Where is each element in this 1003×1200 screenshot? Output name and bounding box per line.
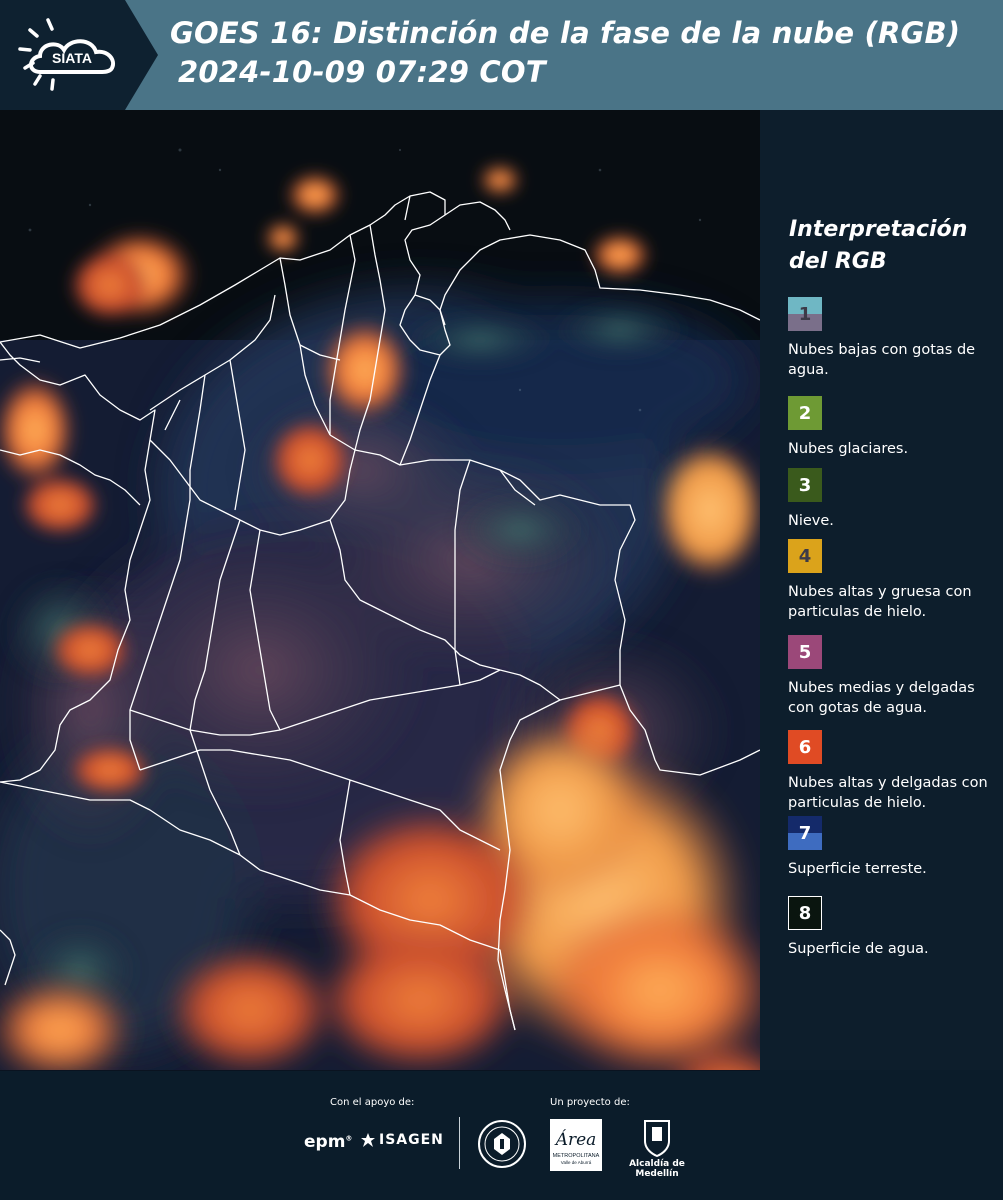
legend-item-7: 7 Superficie terreste. [788,816,1003,879]
legend-number: 7 [798,822,812,844]
alcaldia-label: Alcaldía de Medellín [629,1159,685,1179]
legend-number: 6 [798,736,812,758]
image-timestamp: 2024-10-09 07:29 COT [178,55,546,89]
footer-divider [459,1117,460,1169]
satellite-map[interactable] [0,110,760,1071]
epm-logo: epm® [304,1132,353,1152]
medellin-seal-icon [478,1120,526,1168]
amva-logo-sub: METROPOLITANA [553,1153,600,1159]
isagen-logo: ISAGEN [360,1132,444,1148]
legend-swatch: 4 [788,539,822,573]
legend-label: Superficie terreste. [788,861,927,877]
page-title: GOES 16: Distinción de la fase de la nub… [170,16,961,50]
header: SIATA GOES 16: Distinción de la fase de … [0,0,1003,110]
legend-swatch: 1 [788,297,822,331]
legend-item-6: 6 Nubes altas y delgadas con particulas d… [788,730,1003,813]
legend-label: Nubes altas y gruesa con particulas de h… [788,584,972,620]
area-metropolitana-logo: Área METROPOLITANA Valle de Aburrá [550,1119,602,1171]
legend-item-5: 5 Nubes medias y delgadas con gotas de ag… [788,635,1003,718]
legend-swatch: 2 [788,396,822,430]
legend-number: 5 [798,641,812,663]
legend-item-1: 1 Nubes bajas con gotas de agua. [788,297,1003,380]
legend-swatch: 6 [788,730,822,764]
legend-label: Nieve. [788,513,834,529]
legend-number: 3 [798,474,812,496]
legend-number: 8 [798,902,812,924]
legend-label: Nubes altas y delgadas con particulas de… [788,775,988,811]
legend-panel: Interpretación del RGB 1 Nubes bajas con … [760,110,1003,1070]
legend-number: 4 [798,545,812,567]
isagen-icon [361,1133,375,1147]
epm-logo-text: epm [304,1132,346,1152]
project-label: Un proyecto de: [550,1097,630,1108]
legend-swatch: 3 [788,468,822,502]
legend-label: Nubes medias y delgadas con gotas de agu… [788,680,975,716]
amva-logo-text: Área [554,1129,597,1150]
siata-logo-text: SIATA [52,50,92,66]
footer: Con el apoyo de: Un proyecto de: epm® IS… [0,1071,1003,1200]
legend-number: 2 [798,402,812,424]
legend-item-3: 3 Nieve. [788,468,1003,531]
legend-item-2: 2 Nubes glaciares. [788,396,1003,459]
siata-logo: SIATA [0,0,160,110]
legend-label: Nubes glaciares. [788,441,909,457]
support-label: Con el apoyo de: [330,1097,415,1108]
alcaldia-shield-icon [644,1120,670,1158]
legend-swatch: 8 [788,896,822,930]
legend-label: Nubes bajas con gotas de agua. [788,342,976,378]
isagen-logo-text: ISAGEN [379,1132,444,1148]
legend-swatch: 5 [788,635,822,669]
legend-title: Interpretación del RGB [789,217,968,274]
legend-swatch: 7 [788,816,822,850]
legend-label: Superficie de agua. [788,941,929,957]
satellite-image [0,110,760,1070]
legend-item-8: 8 Superficie de agua. [788,896,1003,959]
legend-number: 1 [798,303,812,325]
legend-item-4: 4 Nubes altas y gruesa con particulas de … [788,539,1003,622]
amva-logo-sub2: Valle de Aburrá [561,1160,592,1165]
